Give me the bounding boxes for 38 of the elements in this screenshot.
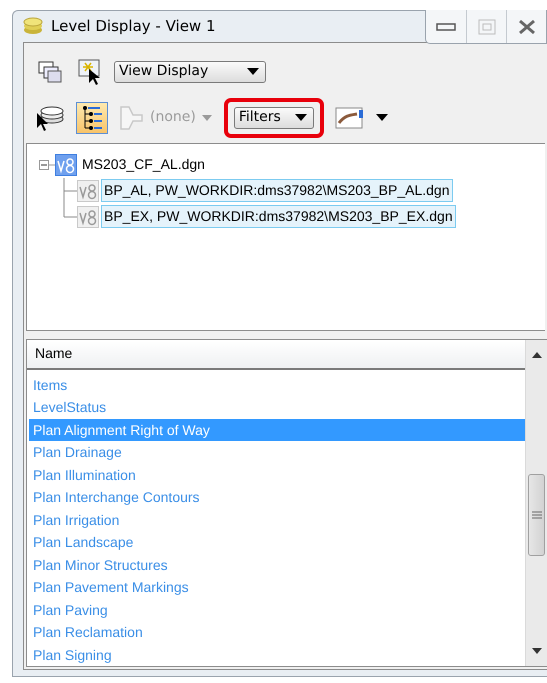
level-item[interactable]: Plan Signing xyxy=(29,644,525,666)
scroll-thumb[interactable] xyxy=(528,474,545,556)
caret-icon xyxy=(294,114,307,121)
level-item[interactable]: Plan Reclamation xyxy=(29,621,525,644)
maximize-icon xyxy=(478,18,496,34)
level-item[interactable]: Plan Illumination xyxy=(29,464,525,486)
minimize-icon xyxy=(436,22,456,30)
level-item[interactable]: Plan Interchange Contours xyxy=(29,486,525,508)
level-item[interactable]: Plan Landscape xyxy=(29,531,525,554)
caret-icon xyxy=(202,114,212,120)
level-item[interactable]: LevelStatus xyxy=(29,396,525,418)
v8-file-icon xyxy=(55,154,77,176)
filter-icon xyxy=(118,104,144,130)
grip-icon xyxy=(532,510,542,518)
display-dropdown[interactable]: View Display xyxy=(114,60,266,82)
filters-dropdown[interactable]: Filters xyxy=(234,106,314,128)
tree-item[interactable]: BP_AL, PW_WORKDIR:dms37982\MS203_BP_AL.dgn xyxy=(101,179,453,202)
level-item[interactable]: Plan Minor Structures xyxy=(29,554,525,576)
scrollbar[interactable] xyxy=(525,340,547,666)
tree-item[interactable]: MS203_CF_AL.dgn xyxy=(79,153,208,176)
scroll-down-icon[interactable] xyxy=(532,648,542,654)
caret-icon xyxy=(247,68,259,75)
tree-view-icon[interactable] xyxy=(76,102,108,134)
window-title: Level Display - View 1 xyxy=(51,16,216,37)
collapse-icon[interactable] xyxy=(39,158,55,170)
level-item[interactable]: Plan Irrigation xyxy=(29,508,525,531)
level-item[interactable]: Items xyxy=(29,374,525,396)
scroll-up-icon[interactable] xyxy=(532,352,542,358)
tree-item[interactable]: BP_EX, PW_WORKDIR:dms37982\MS203_BP_EX.dgn xyxy=(101,205,456,228)
level-item[interactable]: Plan Paving xyxy=(29,598,525,621)
v8-file-icon xyxy=(77,180,99,202)
v8-file-icon xyxy=(77,206,99,228)
level-item[interactable]: Plan Drainage xyxy=(29,441,525,464)
level-item[interactable]: Plan Alignment Right of Way xyxy=(29,418,525,441)
layers-icon xyxy=(23,17,43,36)
level-item[interactable]: Plan Pavement Markings xyxy=(29,576,525,598)
close-icon xyxy=(518,18,536,34)
caret-icon[interactable] xyxy=(376,114,388,121)
